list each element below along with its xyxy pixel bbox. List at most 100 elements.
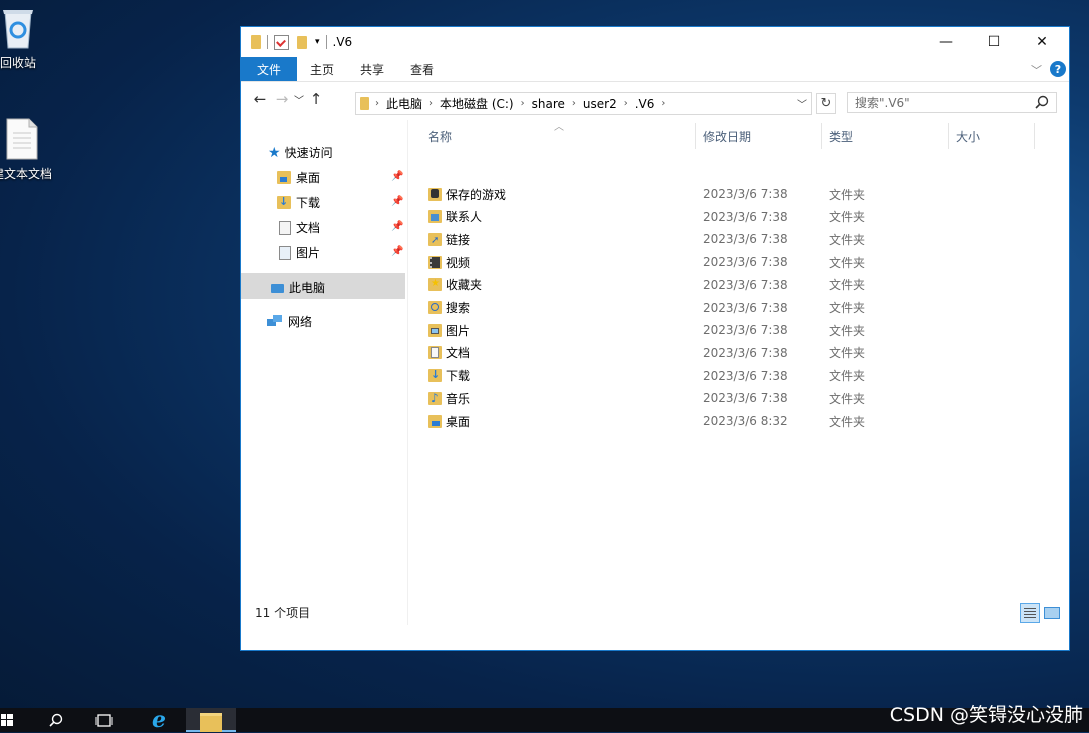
file-type: 文件夹 <box>829 255 866 270</box>
file-explorer-button[interactable] <box>186 708 236 732</box>
tab-view[interactable]: 查看 <box>397 57 447 81</box>
tab-file[interactable]: 文件 <box>241 57 298 81</box>
file-row[interactable]: 视频 2023/3/6 7:38 文件夹 <box>428 251 1068 273</box>
column-divider[interactable] <box>1034 123 1035 149</box>
breadcrumb-this-pc[interactable]: 此电脑 <box>381 95 427 112</box>
column-divider[interactable] <box>821 123 822 149</box>
search-icon <box>1035 95 1049 112</box>
desktop-folder-icon <box>428 414 442 428</box>
file-row[interactable]: 联系人 2023/3/6 7:38 文件夹 <box>428 206 1068 228</box>
saved-games-folder-icon <box>428 187 442 201</box>
downloads-folder-icon: ↓ <box>428 368 442 383</box>
nav-this-pc[interactable]: 此电脑 <box>271 279 325 296</box>
desktop-icon-text-document[interactable]: 建文本文档 <box>0 117 62 182</box>
address-dropdown-icon[interactable]: ﹀ <box>797 96 807 111</box>
text-document-icon <box>5 117 39 161</box>
file-name: 音乐 <box>446 391 471 406</box>
file-row[interactable]: ★ 收藏夹 2023/3/6 7:38 文件夹 <box>428 274 1068 296</box>
column-header-date[interactable]: 修改日期 <box>703 128 751 145</box>
task-view-icon <box>95 714 113 727</box>
tab-share[interactable]: 共享 <box>347 57 397 81</box>
file-type: 文件夹 <box>829 346 866 361</box>
links-folder-icon: ➚ <box>428 232 442 246</box>
music-folder-icon: ♪ <box>428 391 442 405</box>
forward-arrow-icon[interactable]: → <box>271 90 293 108</box>
nav-label: 快速访问 <box>284 146 333 160</box>
nav-item-pictures[interactable]: 图片 <box>277 244 320 261</box>
expand-ribbon-chevron-icon[interactable]: ﹀ <box>1031 62 1042 78</box>
back-arrow-icon[interactable]: ← <box>249 90 271 108</box>
help-icon[interactable]: ? <box>1050 61 1066 77</box>
start-button[interactable] <box>0 708 14 732</box>
chevron-right-icon[interactable]: › <box>427 98 435 109</box>
breadcrumb-local-disk[interactable]: 本地磁盘 (C:) <box>435 95 519 112</box>
nav-item-downloads[interactable]: ↓ 下载 <box>277 194 320 211</box>
chevron-right-icon[interactable]: › <box>519 98 527 109</box>
address-bar[interactable]: › 此电脑 › 本地磁盘 (C:) › share › user2 › .V6 … <box>355 92 812 115</box>
details-view-button[interactable] <box>1020 603 1040 623</box>
file-name: 视频 <box>446 255 471 270</box>
status-item-count: 11 个项目 <box>255 606 311 620</box>
search-input[interactable]: 搜索".V6" <box>847 92 1057 113</box>
file-row[interactable]: 文档 2023/3/6 7:38 文件夹 <box>428 342 1068 364</box>
search-button[interactable] <box>44 708 68 732</box>
chevron-right-icon[interactable]: › <box>373 98 381 109</box>
up-arrow-icon[interactable]: ↑ <box>305 90 327 108</box>
separator <box>325 35 327 49</box>
network-icon <box>267 315 283 328</box>
column-header-name[interactable]: 名称 <box>428 128 452 145</box>
explorer-window: ▾ .V6 — ☐ ✕ 文件 主页 共享 查看 ﹀ ? ← → ﹀ ↑ › 此电… <box>240 26 1070 651</box>
tab-home[interactable]: 主页 <box>297 57 347 81</box>
breadcrumb-share[interactable]: share <box>527 97 570 111</box>
refresh-icon[interactable]: ↻ <box>816 93 836 114</box>
large-icons-view-button[interactable] <box>1042 603 1062 623</box>
file-row[interactable]: 搜索 2023/3/6 7:38 文件夹 <box>428 297 1068 319</box>
chevron-right-icon[interactable]: › <box>659 98 667 109</box>
nav-item-desktop[interactable]: 桌面 <box>277 169 320 186</box>
close-button[interactable]: ✕ <box>1019 27 1065 57</box>
pin-icon[interactable]: 📌 <box>391 171 403 182</box>
file-name: 联系人 <box>446 210 483 225</box>
details-view-icon <box>1024 608 1036 618</box>
properties-icon[interactable] <box>274 34 289 50</box>
recent-locations-chevron-icon[interactable]: ﹀ <box>293 92 305 107</box>
column-header-type[interactable]: 类型 <box>829 128 853 145</box>
pictures-folder-icon <box>428 323 442 337</box>
column-divider[interactable] <box>695 123 696 149</box>
file-row[interactable]: 保存的游戏 2023/3/6 7:38 文件夹 <box>428 183 1068 205</box>
file-list: ︿ 名称 修改日期 类型 大小 保存的游戏 2023/3/6 7:38 文件夹 联系人… <box>255 120 1069 625</box>
breadcrumb-v6[interactable]: .V6 <box>630 97 660 111</box>
quick-access-toolbar-dropdown-icon[interactable]: ▾ <box>315 37 320 47</box>
chevron-right-icon[interactable]: › <box>570 98 578 109</box>
nav-quick-access[interactable]: ★ 快速访问 <box>268 144 333 161</box>
pin-icon[interactable]: 📌 <box>391 196 403 207</box>
navigation-pane: ★ 快速访问 桌面 📌 ↓ 下载 📌 文档 📌 图片 📌 此电脑 网络 <box>241 120 408 625</box>
search-icon <box>49 713 63 727</box>
downloads-folder-icon: ↓ <box>277 195 291 209</box>
file-type: 文件夹 <box>829 391 866 406</box>
minimize-button[interactable]: — <box>923 27 969 57</box>
breadcrumb-user2[interactable]: user2 <box>578 97 622 111</box>
title-bar[interactable]: ▾ .V6 — ☐ ✕ <box>241 27 1069 57</box>
new-folder-icon[interactable] <box>297 35 307 49</box>
maximize-button[interactable]: ☐ <box>971 27 1017 57</box>
file-row[interactable]: 图片 2023/3/6 7:38 文件夹 <box>428 319 1068 341</box>
desktop-icon-recycle-bin[interactable]: 回收站 <box>0 6 53 71</box>
nav-network[interactable]: 网络 <box>267 313 312 330</box>
column-divider[interactable] <box>948 123 949 149</box>
file-row[interactable]: ➚ 链接 2023/3/6 7:38 文件夹 <box>428 228 1068 250</box>
file-row[interactable]: ♪ 音乐 2023/3/6 7:38 文件夹 <box>428 387 1068 409</box>
nav-item-documents[interactable]: 文档 <box>277 219 320 236</box>
file-type: 文件夹 <box>829 210 866 225</box>
file-row[interactable]: 桌面 2023/3/6 8:32 文件夹 <box>428 410 1068 432</box>
chevron-right-icon[interactable]: › <box>622 98 630 109</box>
file-row[interactable]: ↓ 下载 2023/3/6 7:38 文件夹 <box>428 365 1068 387</box>
task-view-button[interactable] <box>92 708 116 732</box>
file-date: 2023/3/6 7:38 <box>703 277 788 292</box>
column-header-size[interactable]: 大小 <box>956 128 980 145</box>
pin-icon[interactable]: 📌 <box>391 221 403 232</box>
desktop-folder-icon <box>277 171 291 184</box>
file-explorer-icon <box>200 712 222 732</box>
pin-icon[interactable]: 📌 <box>391 246 403 257</box>
internet-explorer-button[interactable]: e <box>142 707 176 733</box>
